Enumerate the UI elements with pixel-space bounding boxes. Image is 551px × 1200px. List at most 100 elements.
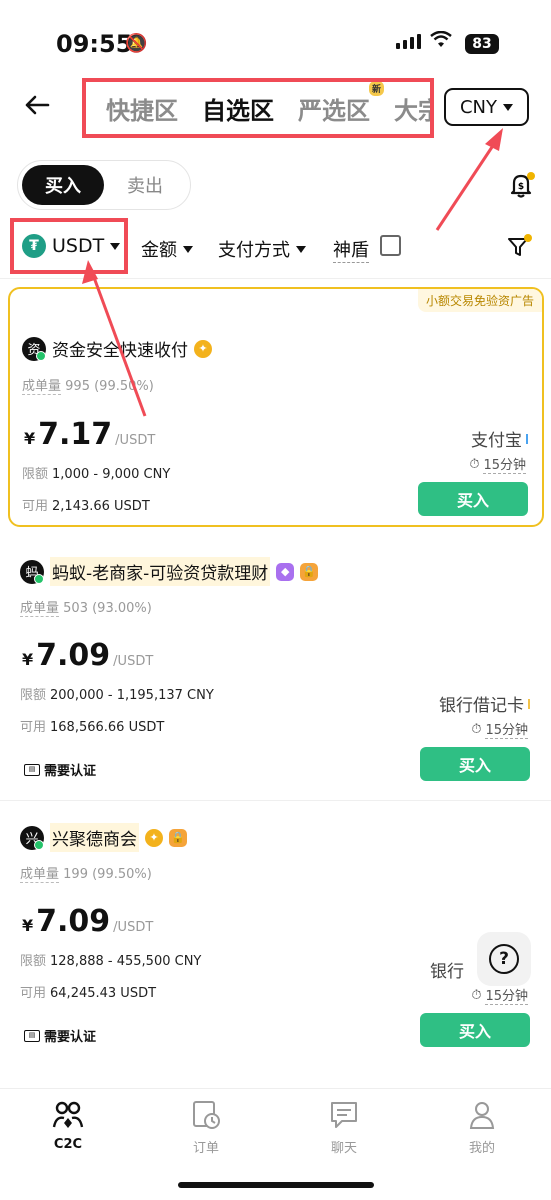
payment-method: 支付宝	[471, 426, 528, 451]
limit-row: 限额 200,000 - 1,195,137 CNY	[20, 684, 214, 703]
kyc-required: ▤ 需要认证	[24, 1026, 96, 1045]
stats-label: 成单量	[22, 379, 62, 395]
tab-selected-label: 严选区	[298, 96, 370, 125]
clock-icon: ⏱	[469, 456, 480, 472]
payment-method-label: 银行	[430, 962, 464, 982]
limit-label: 限额	[20, 954, 47, 969]
price-unit: /USDT	[113, 920, 154, 935]
price-value: 7.09	[36, 638, 111, 673]
stats-label: 成单量	[20, 601, 60, 617]
new-badge: 新	[368, 82, 384, 96]
payment-color-bar	[528, 698, 530, 709]
limit-value: 1,000 - 9,000 CNY	[52, 467, 171, 482]
buy-button[interactable]: 买入	[420, 747, 530, 781]
price: ¥ 7.09 /USDT	[22, 638, 153, 673]
limit-label: 限额	[20, 688, 47, 703]
filter-funnel-icon[interactable]	[506, 234, 532, 260]
shield-label: 神盾	[333, 236, 369, 263]
online-dot	[34, 839, 44, 850]
notification-bell-icon[interactable]: $	[506, 170, 536, 200]
sell-toggle[interactable]: 卖出	[104, 165, 186, 205]
tether-icon: ₮	[22, 234, 46, 258]
stats-value: 995 (99.50%)	[65, 379, 154, 394]
currency-selector[interactable]: CNY	[444, 88, 529, 126]
deposit-badge-icon: 🔒	[169, 828, 187, 847]
limit-row: 限额 128,888 - 455,500 CNY	[20, 950, 201, 969]
online-dot	[36, 350, 46, 361]
clock: 09:55	[56, 30, 133, 58]
available-label: 可用	[20, 986, 47, 1001]
order-stats: 成单量 199 (99.50%)	[20, 863, 152, 883]
price-unit: /USDT	[115, 433, 156, 448]
question-icon: ?	[489, 944, 519, 974]
buy-button[interactable]: 买入	[420, 1013, 530, 1047]
payment-method-label: 支付宝	[471, 431, 522, 451]
tab-bulk[interactable]: 大宗	[394, 91, 430, 126]
amount-filter-label: 金额	[141, 240, 177, 261]
merchant[interactable]: 资 资金安全快速收付 ✦	[22, 336, 212, 361]
status-bar: 09:55 🔕 83	[0, 0, 551, 84]
zone-tabs: 快捷区 自选区 严选区 新 大宗	[82, 78, 434, 138]
payment-filter-label: 支付方式	[218, 240, 290, 261]
avatar: 资	[22, 336, 46, 361]
kyc-required: ▤ 需要认证	[24, 760, 96, 779]
tab-selected[interactable]: 严选区 新	[298, 82, 384, 126]
ad-card: 蚂 蚂蚁-老商家-可验资贷款理财 ◆ 🔒 成单量 503 (93.00%) ¥ …	[8, 540, 544, 785]
limit-value: 128,888 - 455,500 CNY	[50, 954, 202, 969]
nav-chat-label: 聊天	[330, 1141, 357, 1156]
nav-profile[interactable]: 我的	[442, 1099, 522, 1156]
buy-toggle[interactable]: 买入	[22, 165, 104, 205]
nav-c2c[interactable]: C2C	[28, 1099, 108, 1152]
available-value: 2,143.66 USDT	[52, 499, 150, 514]
time-limit: ⏱ 15分钟	[469, 454, 526, 474]
time-limit-value: 15分钟	[485, 985, 528, 1005]
available-row: 可用 2,143.66 USDT	[22, 495, 150, 514]
merchant[interactable]: 兴 兴聚德商会 ✦ 🔒	[20, 823, 187, 852]
currency-symbol: ¥	[22, 916, 34, 935]
nav-chat[interactable]: 聊天	[304, 1099, 384, 1156]
silent-icon: 🔕	[125, 33, 148, 54]
users-icon	[52, 1101, 84, 1128]
payment-filter[interactable]: 支付方式	[218, 236, 306, 262]
kyc-label: 需要认证	[44, 1030, 97, 1045]
wifi-icon	[430, 30, 452, 54]
nav-orders[interactable]: 订单	[166, 1099, 246, 1156]
id-card-icon: ▤	[24, 763, 40, 776]
divider	[0, 800, 551, 801]
kyc-label: 需要认证	[44, 764, 97, 779]
payment-method: 银行借记卡	[439, 691, 530, 716]
avatar: 兴	[20, 825, 44, 850]
help-button[interactable]: ?	[477, 932, 531, 986]
amount-filter[interactable]: 金额	[141, 236, 193, 262]
nav-orders-label: 订单	[192, 1141, 219, 1156]
ad-card: 兴 兴聚德商会 ✦ 🔒 成单量 199 (99.50%) ¥ 7.09 /USD…	[8, 806, 544, 1051]
price: ¥ 7.09 /USDT	[22, 904, 153, 939]
tab-quick[interactable]: 快捷区	[106, 91, 178, 126]
battery-indicator: 83	[465, 34, 499, 54]
ad-tag: 小额交易免验资广告	[417, 289, 542, 312]
time-limit-value: 15分钟	[485, 719, 528, 739]
stats-value: 199 (99.50%)	[63, 867, 152, 882]
payment-color-bar	[526, 433, 528, 444]
clock-icon: ⏱	[471, 987, 482, 1003]
merchant[interactable]: 蚂 蚂蚁-老商家-可验资贷款理财 ◆ 🔒	[20, 557, 319, 586]
asset-selector[interactable]: ₮ USDT	[10, 218, 128, 274]
time-limit-value: 15分钟	[483, 454, 526, 474]
available-value: 168,566.66 USDT	[50, 720, 165, 735]
filter-bar: ₮ USDT 金额 支付方式 神盾	[0, 218, 551, 278]
chat-icon	[331, 1102, 357, 1128]
payment-method: 银行	[430, 957, 464, 982]
stats-value: 503 (93.00%)	[63, 601, 152, 616]
price: ¥ 7.17 /USDT	[24, 417, 155, 452]
tab-custom[interactable]: 自选区	[202, 91, 274, 126]
back-arrow-icon[interactable]	[22, 90, 52, 120]
person-icon	[469, 1102, 495, 1129]
buy-button[interactable]: 买入	[418, 482, 528, 516]
caret-down-icon	[110, 242, 121, 250]
home-indicator	[178, 1182, 374, 1188]
order-stats: 成单量 503 (93.00%)	[20, 597, 152, 617]
nav-c2c-label: C2C	[53, 1137, 83, 1152]
clock-icon: ⏱	[471, 721, 482, 737]
merchant-name: 蚂蚁-老商家-可验资贷款理财	[50, 557, 271, 586]
shield-checkbox[interactable]	[380, 235, 401, 256]
